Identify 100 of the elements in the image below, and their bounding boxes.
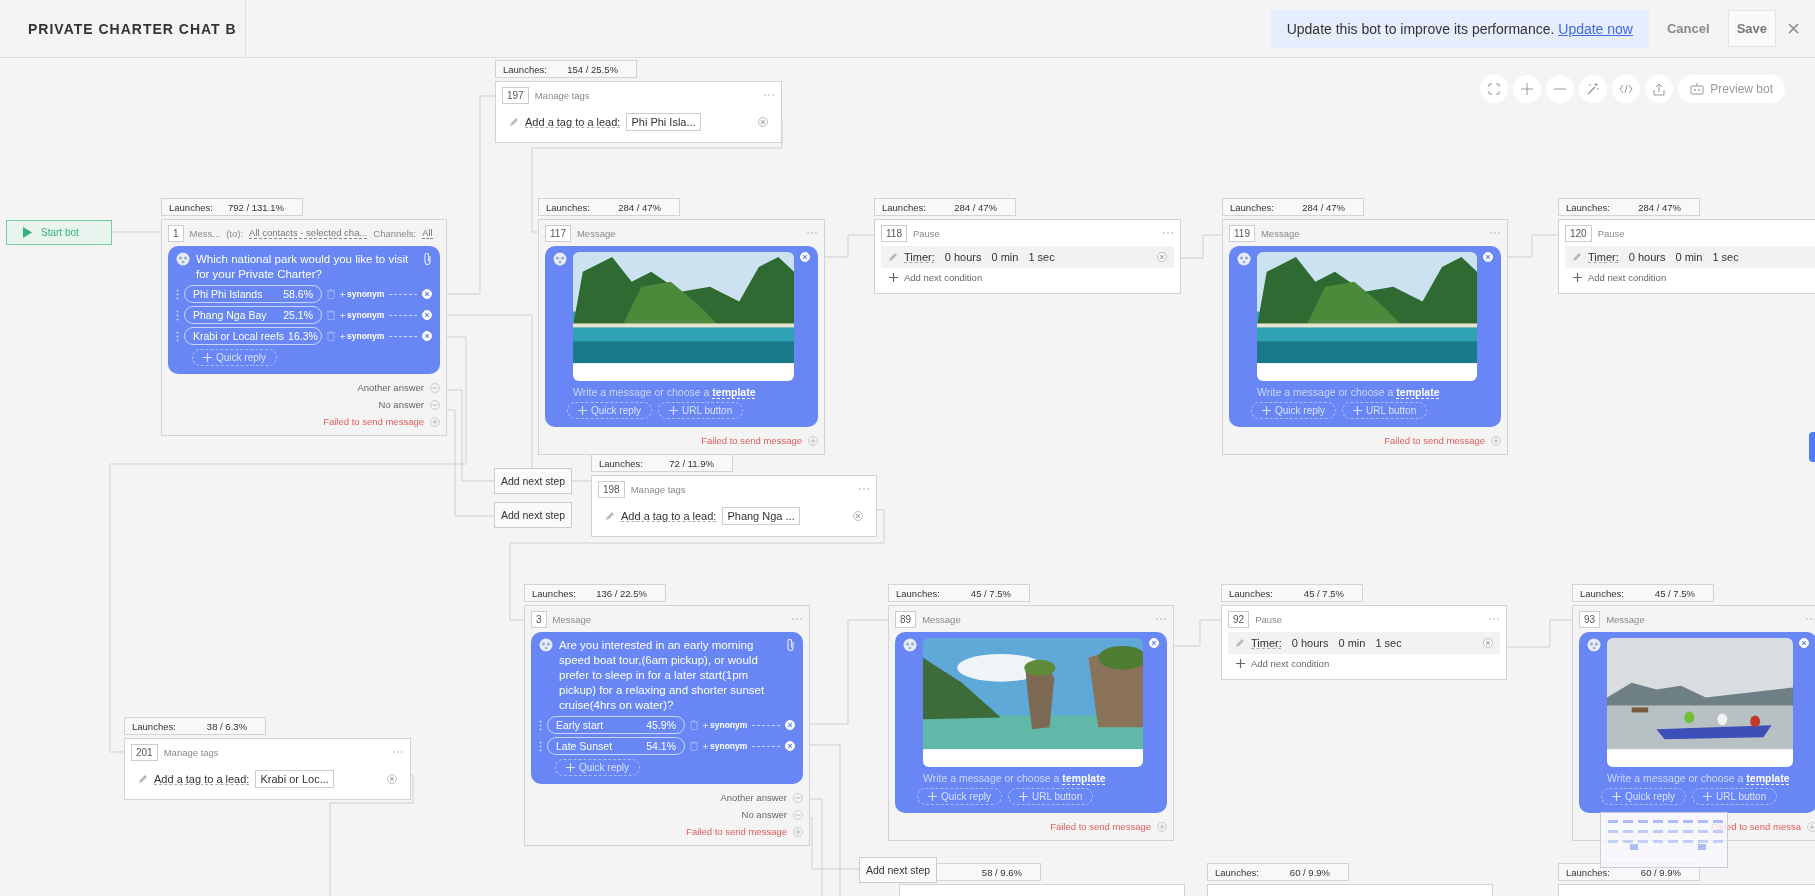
add-synonym-button[interactable]: synonym (703, 741, 748, 751)
recipient-link[interactable]: All contacts - selected cha... (249, 227, 368, 239)
launches-count: 58 / 9.6% (981, 866, 1022, 878)
add-synonym-button[interactable]: synonym (340, 331, 385, 341)
node-number: 89 (895, 610, 917, 628)
template-link[interactable]: template (1396, 386, 1440, 399)
output-label: Failed to send message (1050, 821, 1151, 832)
node-type: Manage tags (630, 483, 686, 495)
message-placeholder[interactable]: Write a message or choose a template (1257, 386, 1493, 398)
node-card[interactable]: 92 Pause Timer: 0 hours 0 min 1 sec Add next condition (1221, 605, 1507, 680)
channels-label: Channels: (373, 227, 417, 239)
node-type: Manage tags (163, 746, 219, 758)
message-placeholder[interactable]: Write a message or choose a template (1607, 772, 1809, 784)
output-label: Failed to send message (323, 416, 424, 427)
bot-title: PRIVATE CHARTER CHAT B (28, 20, 237, 37)
template-link[interactable]: template (1062, 772, 1106, 785)
add-condition-button[interactable]: Add next condition (1228, 654, 1338, 673)
node-type: Mess... (189, 227, 221, 239)
timer-label[interactable]: Timer: (1588, 251, 1619, 263)
node-card[interactable]: 120 Pause Timer: 0 hours 0 min 1 sec Add next condition (1558, 219, 1815, 294)
add-next-step-button[interactable]: Add next step (494, 502, 572, 528)
timer-value[interactable]: 0 hours (1628, 251, 1666, 263)
add-synonym-button[interactable]: synonym (703, 720, 748, 730)
cancel-button[interactable]: Cancel (1661, 13, 1716, 44)
timer-label[interactable]: Timer: (904, 251, 935, 263)
tag-action-label[interactable]: Add a tag to a lead: (154, 773, 250, 785)
template-link[interactable]: template (712, 386, 756, 399)
launches-count: 60 / 9.9% (1289, 866, 1330, 878)
start-bot-button[interactable]: Start bot (6, 220, 112, 245)
launches-label: Launches: (1566, 866, 1610, 878)
output-label: Another answer (357, 382, 424, 393)
launches-count: 792 / 131.1% (228, 201, 284, 213)
update-now-link[interactable]: Update now (1558, 20, 1633, 37)
node-type: Manage tags (534, 89, 590, 101)
launches-label: Launches: (1215, 866, 1259, 878)
add-synonym-button[interactable]: synonym (340, 310, 385, 320)
timer-value[interactable]: 0 min (991, 251, 1019, 263)
launches-count: 45 / 7.5% (1654, 587, 1695, 599)
launches-count: 284 / 47% (954, 201, 997, 213)
add-synonym-button[interactable]: synonym (340, 289, 385, 299)
node-type: Pause (1597, 227, 1625, 239)
timer-label[interactable]: Timer: (1251, 637, 1282, 649)
launches-label: Launches: (1230, 201, 1274, 213)
output-label: No answer (378, 399, 424, 410)
node-type: Message (576, 227, 616, 239)
tag-field[interactable]: Phang Nga ... (722, 507, 800, 525)
template-link[interactable]: template (1746, 772, 1790, 785)
timer-value[interactable]: 0 hours (944, 251, 982, 263)
launches-label: Launches: (132, 720, 176, 732)
output-label: Failed to send message (686, 826, 787, 837)
message-bubble[interactable]: Write a message or choose a template Quick reply URL button (545, 246, 818, 427)
node-number: 120 (1565, 224, 1592, 242)
message-bubble[interactable]: Write a message or choose a template Quick reply URL button (1579, 632, 1815, 813)
launches-label: Launches: (882, 201, 926, 213)
node-card[interactable]: 119 Message Write a message or choose a template Quick reply URL button Failed to send message (1222, 219, 1508, 455)
node-type: Message (552, 613, 592, 625)
node-type: Message (1260, 227, 1300, 239)
node-card[interactable]: 201 Manage tags Add a tag to a lead: Krabi or Loc... (124, 738, 411, 800)
question-text: Are you interested in an early morning speed boat tour,(6am pickup), or would prefer to sleep in for a later start(1pm pickup) for a relaxing and shorter sunset cruise(4hrs on water)? (559, 638, 766, 713)
add-condition-button[interactable]: Add next condition (881, 268, 991, 287)
timer-value[interactable]: 1 sec (1712, 251, 1739, 263)
launches-count: 72 / 11.9% (669, 457, 714, 469)
message-placeholder[interactable]: Write a message or choose a template (573, 386, 810, 398)
launches-label: Launches: (546, 201, 590, 213)
node-card[interactable]: 117 Message Write a message or choose a template Quick reply URL button Failed to send message (538, 219, 825, 455)
node-type: Message (922, 613, 961, 625)
launches-count: 60 / 9.9% (1640, 866, 1681, 878)
message-bubble[interactable]: Write a message or choose a template Quick reply URL button (1229, 246, 1501, 427)
add-condition-button[interactable]: Add next condition (1565, 268, 1675, 287)
add-next-step-button[interactable]: Add next step (859, 857, 937, 883)
node-number: 118 (881, 224, 907, 242)
node-card[interactable]: 118 Pause Timer: 0 hours 0 min 1 sec Add next condition (874, 219, 1181, 294)
preview-bot-button[interactable]: Preview bot (1678, 75, 1785, 103)
node-card[interactable]: 197 Manage tags Add a tag to a lead: Phi Phi Isla... (495, 81, 782, 143)
message-placeholder[interactable]: Write a message or choose a template (923, 772, 1159, 784)
node-number: 201 (131, 743, 158, 761)
node-card[interactable]: 198 Manage tags Add a tag to a lead: Phang Nga ... (591, 475, 877, 537)
launches-count: 38 / 6.3% (206, 720, 247, 732)
node-type: Pause (1255, 613, 1283, 625)
node-card[interactable]: 89 Message Write a message or choose a template Quick reply URL button Failed to send message (888, 605, 1174, 841)
timer-value[interactable]: 0 hours (1291, 637, 1329, 649)
timer-value[interactable]: 0 min (1338, 637, 1366, 649)
launches-label: Launches: (532, 587, 576, 599)
add-next-step-button[interactable]: Add next step (494, 468, 572, 494)
update-notice: Update this bot to improve its performance. Update now (1270, 9, 1649, 48)
tag-field[interactable]: Krabi or Loc... (255, 770, 334, 788)
node-number: 93 (1579, 610, 1601, 628)
timer-value[interactable]: 0 min (1675, 251, 1703, 263)
launches-count: 284 / 47% (618, 201, 661, 213)
output-label: No answer (741, 809, 787, 820)
message-bubble[interactable]: Write a message or choose a template Quick reply URL button (895, 632, 1167, 813)
timer-value[interactable]: 1 sec (1028, 251, 1055, 263)
tag-field[interactable]: Phi Phi Isla... (626, 113, 701, 131)
save-button[interactable]: Save (1727, 10, 1776, 47)
message-bubble[interactable]: Which national park would you like to visit for your Private Charter? Phi Phi Islands 58.6% synonym Phang Nga Bay 25.1% synonym Krabi or Local reefs 16.3% synonym Quick reply (168, 246, 440, 374)
timer-value[interactable]: 1 sec (1375, 637, 1402, 649)
tag-action-label[interactable]: Add a tag to a lead: (621, 510, 717, 522)
channels-link[interactable]: All (422, 227, 433, 239)
launches-count: 284 / 47% (1302, 201, 1345, 213)
tag-action-label[interactable]: Add a tag to a lead: (525, 116, 621, 128)
